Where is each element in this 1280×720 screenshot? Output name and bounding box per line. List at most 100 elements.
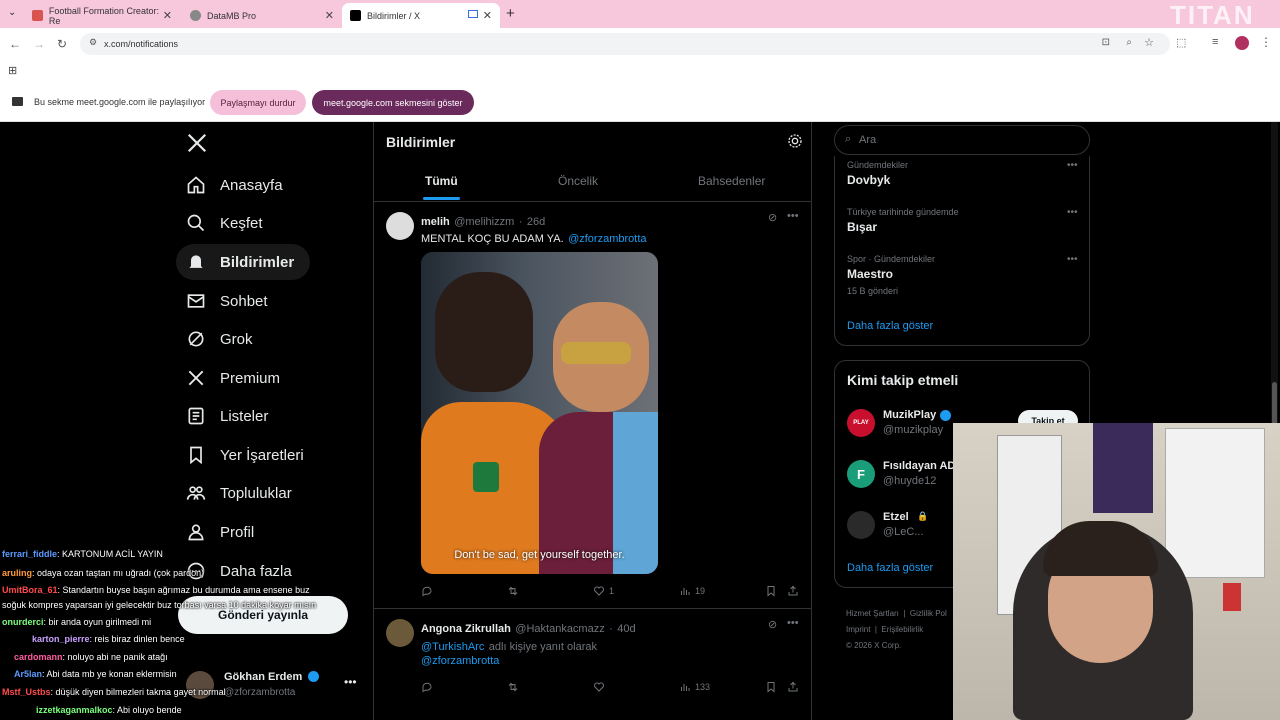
footer-link[interactable]: Imprint: [846, 625, 870, 634]
more-dots-icon[interactable]: •••: [787, 210, 799, 222]
menu-icon[interactable]: ⋮: [1260, 35, 1272, 49]
chat-text: : noluyo abi ne panik atağı: [62, 652, 168, 662]
x-logo-icon[interactable]: [186, 132, 208, 154]
sidebar-item-grok[interactable]: Grok: [186, 321, 253, 357]
chat-text: : Abi data mb ye konan eklermisin: [42, 669, 177, 679]
zoom-icon[interactable]: ⌕: [1126, 37, 1132, 48]
tab-priority[interactable]: Öncelik: [558, 174, 598, 188]
sidebar-item-notifications[interactable]: Bildirimler: [176, 244, 311, 280]
share-button[interactable]: [787, 681, 799, 693]
tweet-handle[interactable]: @Haktankacmazz: [515, 623, 604, 635]
sidebar-item-chat[interactable]: Sohbet: [186, 283, 268, 319]
tab-datamb[interactable]: DataMB Pro ✕: [182, 3, 342, 28]
more-dots-icon[interactable]: •••: [787, 617, 799, 629]
grok-analyze-icon[interactable]: ⊘: [768, 618, 777, 631]
chat-message: Ar5lan: Abi data mb ye konan eklermisin: [2, 669, 177, 679]
chat-text: : KARTONUM ACİL YAYIN: [57, 549, 163, 559]
bookmark-star-icon[interactable]: ☆: [1144, 36, 1154, 49]
footer-link[interactable]: Erişilebilirlik: [881, 625, 923, 634]
views-button[interactable]: 19: [679, 585, 705, 597]
tweet-text: MENTAL KOÇ BU ADAM YA.: [421, 233, 564, 245]
tweet-author-name[interactable]: melih: [421, 216, 450, 228]
show-more-link[interactable]: Daha fazla göster: [847, 562, 933, 574]
sidebar-item-lists[interactable]: Listeler: [186, 398, 268, 434]
views-button[interactable]: 133: [679, 681, 710, 693]
trend-item[interactable]: Spor · Gündemdekiler Maestro 15 B gönder…: [847, 254, 935, 296]
close-icon[interactable]: ✕: [325, 9, 334, 22]
extensions-icon[interactable]: ⬚: [1176, 36, 1186, 49]
repost-button[interactable]: [507, 681, 519, 693]
tweet-author-name[interactable]: Angona Zikrullah: [421, 623, 511, 635]
share-button[interactable]: [787, 585, 799, 597]
close-icon[interactable]: ✕: [163, 9, 172, 22]
bookmark-button[interactable]: [765, 681, 777, 693]
more-dots-icon[interactable]: •••: [1067, 254, 1078, 265]
tweet-time[interactable]: 40d: [617, 623, 635, 635]
sidebar-item-bookmarks[interactable]: Yer İşaretleri: [186, 437, 304, 473]
repost-button[interactable]: [507, 585, 519, 597]
tab-search-icon[interactable]: ⌄: [8, 7, 16, 18]
tab-notifications-x[interactable]: Bildirimler / X ✕: [342, 3, 500, 28]
profile-avatar[interactable]: [1235, 36, 1249, 50]
more-dots-icon[interactable]: •••: [1067, 160, 1078, 171]
forward-icon[interactable]: →: [33, 37, 45, 51]
footer-link[interactable]: Hizmet Şartları: [846, 609, 899, 618]
bookmark-button[interactable]: [765, 585, 777, 597]
footer-link[interactable]: Gizlilik Pol: [910, 609, 947, 618]
mention-link[interactable]: @zforzambrotta: [421, 655, 499, 667]
reply-button[interactable]: [421, 681, 433, 693]
trend-name: Dovbyk: [847, 173, 891, 187]
close-icon[interactable]: ✕: [483, 9, 492, 22]
tweet[interactable]: Angona Zikrullah @Haktankacmazz · 40d ⊘ …: [374, 609, 811, 709]
back-icon[interactable]: ←: [9, 37, 21, 51]
show-meet-tab-button[interactable]: meet.google.com sekmesini göster: [312, 90, 474, 115]
media-icon[interactable]: ≡: [1212, 36, 1218, 48]
show-more-link[interactable]: Daha fazla göster: [847, 320, 933, 332]
repost-icon: [508, 586, 518, 596]
mention-link[interactable]: @zforzambrotta: [568, 233, 646, 245]
trend-item[interactable]: Gündemdekiler Dovbyk: [847, 160, 908, 187]
home-icon: [187, 176, 205, 194]
reply-button[interactable]: [421, 585, 433, 597]
chat-message: ferrari_fiddle: KARTONUM ACİL YAYIN: [2, 549, 163, 559]
image-caption: Don't be sad, get yourself together.: [454, 549, 625, 561]
sidebar-item-communities[interactable]: Topluluklar: [186, 475, 292, 511]
more-dots-icon[interactable]: •••: [344, 675, 357, 689]
more-dots-icon[interactable]: •••: [1067, 207, 1078, 218]
grok-analyze-icon[interactable]: ⊘: [768, 211, 777, 224]
mention-link[interactable]: @TurkishArc: [421, 641, 484, 653]
tab-football-formation[interactable]: Football Formation Creator: Re ✕: [24, 3, 180, 28]
suggestion-handle: @muzikplay: [883, 424, 944, 436]
sidebar-item-home[interactable]: Anasayfa: [186, 167, 283, 203]
trend-post-count: 15 B gönderi: [847, 286, 899, 296]
url-field[interactable]: ⚙ x.com/notifications ⊡ ⌕ ☆: [80, 33, 1170, 55]
sidebar-item-explore[interactable]: Keşfet: [186, 205, 263, 241]
sidebar-item-profile[interactable]: Profil: [186, 514, 254, 550]
avatar[interactable]: [386, 212, 414, 240]
stop-sharing-button[interactable]: Paylaşmayı durdur: [210, 90, 306, 115]
chat-text: : Abi oluyo bende: [112, 705, 182, 715]
like-button[interactable]: [593, 681, 605, 693]
tab-mentions[interactable]: Bahsedenler: [698, 174, 765, 188]
new-tab-button[interactable]: +: [506, 5, 515, 22]
views-icon: [681, 588, 690, 595]
gear-icon[interactable]: [787, 133, 803, 149]
tab-all[interactable]: Tümü: [425, 174, 458, 188]
tweet-time[interactable]: 26d: [527, 216, 545, 228]
like-button[interactable]: 1: [593, 585, 614, 597]
sidebar-item-premium[interactable]: Premium: [186, 360, 280, 396]
chat-message: Mstf_Ustbs: düşük diyen bilmezleri takma…: [2, 687, 226, 697]
tweet-image[interactable]: Don't be sad, get yourself together.: [421, 252, 658, 574]
site-info-icon[interactable]: ⚙: [89, 37, 97, 48]
tweet[interactable]: melih @melihizzm · 26d ⊘ ••• MENTAL KOÇ …: [374, 202, 811, 608]
tweet-handle[interactable]: @melihizzm: [454, 216, 514, 228]
avatar[interactable]: [386, 619, 414, 647]
apps-icon[interactable]: ⊞: [8, 64, 17, 77]
search-input[interactable]: ⌕ Ara: [834, 125, 1090, 155]
club-crest: [473, 462, 499, 492]
share-icon: [788, 681, 798, 692]
screen-share-icon: [12, 97, 23, 106]
install-icon[interactable]: ⊡: [1102, 37, 1110, 48]
reload-icon[interactable]: ↻: [57, 37, 67, 51]
trend-item[interactable]: Türkiye tarihinde gündemde Bışar: [847, 207, 959, 234]
